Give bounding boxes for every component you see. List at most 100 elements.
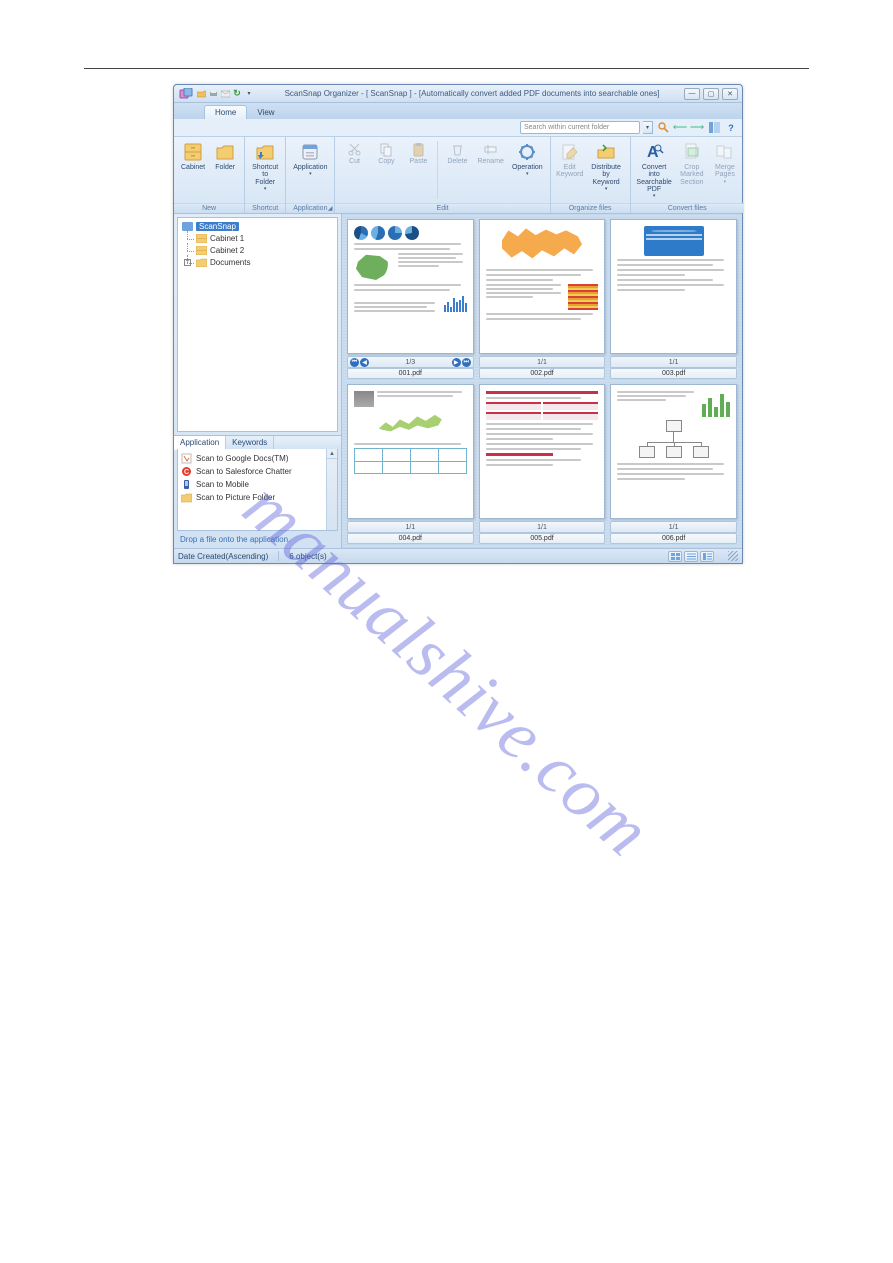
app-item-googledocs[interactable]: Scan to Google Docs(TM) bbox=[181, 452, 334, 465]
qat-mail-icon[interactable] bbox=[220, 89, 230, 99]
ribbon-group-edit: Cut Copy Paste Delete Rename Operation▾ … bbox=[335, 137, 550, 213]
filename[interactable]: 003.pdf bbox=[610, 368, 737, 379]
distribute-keyword-button[interactable]: Distribute by Keyword▾ bbox=[586, 139, 627, 201]
tree-item-cabinet1[interactable]: Cabinet 1 bbox=[196, 234, 333, 243]
tab-application[interactable]: Application bbox=[174, 436, 226, 450]
workspace: ScanSnap Cabinet 1 Cabinet 2 + Documents bbox=[174, 214, 742, 548]
page-preview[interactable] bbox=[479, 384, 606, 519]
ribbon-group-application-label: Application◢ bbox=[286, 203, 334, 213]
application-button[interactable]: Application ▾ bbox=[289, 139, 331, 201]
rename-button[interactable]: Rename bbox=[473, 139, 507, 201]
page-count: 1/1 bbox=[537, 524, 547, 531]
drop-hint: Drop a file onto the application. bbox=[174, 531, 341, 548]
thumb-003[interactable]: 1/1 003.pdf bbox=[610, 219, 737, 379]
qat-dropdown-icon[interactable]: ▾ bbox=[244, 89, 254, 99]
tab-home[interactable]: Home bbox=[204, 105, 247, 119]
page-preview[interactable] bbox=[347, 384, 474, 519]
statusbar: Date Created(Ascending) 6 object(s) bbox=[174, 548, 742, 563]
resize-grip-icon[interactable] bbox=[728, 551, 738, 561]
thumbnail-grid[interactable]: ⏮◀ 1/3 ▶⏭ 001.pdf 1/1 002.pdf bbox=[342, 214, 742, 548]
search-input[interactable]: Search within current folder bbox=[520, 121, 640, 134]
sort-order[interactable]: Date Created(Ascending) bbox=[178, 552, 268, 561]
thumb-006[interactable]: 1/1 006.pdf bbox=[610, 384, 737, 544]
help-icon[interactable]: ? bbox=[724, 121, 738, 134]
view-thumbnails-icon[interactable] bbox=[668, 551, 682, 562]
app-list-scrollbar[interactable]: ▲ bbox=[326, 449, 337, 530]
app-label: Scan to Google Docs(TM) bbox=[196, 454, 288, 463]
quick-access-toolbar: ↻ ▾ bbox=[196, 89, 254, 99]
ribbon-top-row: Search within current folder ▾ ⟵ ⟶ ? bbox=[174, 119, 742, 137]
tree-root[interactable]: ScanSnap bbox=[182, 222, 333, 231]
app-item-salesforce[interactable]: CScan to Salesforce Chatter bbox=[181, 465, 334, 478]
thumb-002[interactable]: 1/1 002.pdf bbox=[479, 219, 606, 379]
cut-button[interactable]: Cut bbox=[338, 139, 370, 201]
page-count: 1/1 bbox=[405, 524, 415, 531]
filename[interactable]: 001.pdf bbox=[347, 368, 474, 379]
qat-open-icon[interactable] bbox=[196, 89, 206, 99]
shortcut-to-folder-button[interactable]: Shortcut to Folder ▾ bbox=[248, 139, 282, 201]
bar-chart-icon bbox=[444, 294, 467, 312]
tree-item-cabinet2[interactable]: Cabinet 2 bbox=[196, 246, 333, 255]
filename[interactable]: 005.pdf bbox=[479, 533, 606, 544]
folder-tree[interactable]: ScanSnap Cabinet 1 Cabinet 2 + Documents bbox=[177, 217, 338, 432]
paste-button[interactable]: Paste bbox=[402, 139, 434, 201]
layout-icon[interactable] bbox=[707, 121, 721, 134]
paste-label: Paste bbox=[410, 158, 428, 165]
application-list: Scan to Google Docs(TM) CScan to Salesfo… bbox=[177, 449, 338, 531]
page-preview[interactable] bbox=[479, 219, 606, 354]
qat-refresh-icon[interactable]: ↻ bbox=[232, 89, 242, 99]
maximize-button[interactable]: ▢ bbox=[703, 88, 719, 100]
filename[interactable]: 004.pdf bbox=[347, 533, 474, 544]
first-page-icon[interactable]: ⏮ bbox=[350, 358, 359, 367]
thumb-005[interactable]: 1/1 005.pdf bbox=[479, 384, 606, 544]
copy-button[interactable]: Copy bbox=[370, 139, 402, 201]
filename[interactable]: 006.pdf bbox=[610, 533, 737, 544]
expand-icon[interactable]: + bbox=[184, 259, 191, 266]
next-page-icon[interactable]: ▶ bbox=[452, 358, 461, 367]
edit-keyword-label: Edit Keyword bbox=[556, 164, 583, 179]
thumb-001[interactable]: ⏮◀ 1/3 ▶⏭ 001.pdf bbox=[347, 219, 474, 379]
page-preview[interactable] bbox=[347, 219, 474, 354]
merge-button[interactable]: Merge Pages▾ bbox=[709, 139, 741, 201]
last-page-icon[interactable]: ⏭ bbox=[462, 358, 471, 367]
close-button[interactable]: ✕ bbox=[722, 88, 738, 100]
convert-dropdown-icon: ▾ bbox=[653, 193, 656, 199]
page-preview[interactable] bbox=[610, 384, 737, 519]
app-item-mobile[interactable]: Scan to Mobile bbox=[181, 478, 334, 491]
window-controls: — ▢ ✕ bbox=[684, 88, 738, 100]
app-logo-icon[interactable] bbox=[178, 87, 194, 101]
operation-button[interactable]: Operation▾ bbox=[508, 139, 547, 201]
folder-button[interactable]: Folder bbox=[209, 139, 241, 201]
edit-keyword-button[interactable]: Edit Keyword bbox=[554, 139, 586, 201]
tree-label: Documents bbox=[210, 258, 250, 267]
thumb-004[interactable]: 1/1 004.pdf bbox=[347, 384, 474, 544]
tab-keywords[interactable]: Keywords bbox=[226, 436, 274, 449]
search-placeholder: Search within current folder bbox=[524, 124, 609, 131]
nav-fwd-icon[interactable]: ⟶ bbox=[690, 121, 704, 134]
titlebar[interactable]: ↻ ▾ ScanSnap Organizer - [ ScanSnap ] - … bbox=[174, 85, 742, 103]
tree-item-documents[interactable]: + Documents bbox=[196, 258, 333, 267]
crop-button[interactable]: Crop Marked Section bbox=[675, 139, 709, 201]
nav-back-icon[interactable]: ⟵ bbox=[673, 121, 687, 134]
view-detail-icon[interactable] bbox=[700, 551, 714, 562]
minimize-button[interactable]: — bbox=[684, 88, 700, 100]
qat-print-icon[interactable] bbox=[208, 89, 218, 99]
picture-folder-icon bbox=[181, 492, 192, 503]
page-indicator: 1/1 bbox=[610, 356, 737, 368]
filename[interactable]: 002.pdf bbox=[479, 368, 606, 379]
cabinet-button[interactable]: Cabinet bbox=[177, 139, 209, 201]
convert-pdf-button[interactable]: AConvert into Searchable PDF▾ bbox=[634, 139, 675, 201]
search-dropdown-icon[interactable]: ▾ bbox=[643, 121, 653, 134]
page-preview[interactable] bbox=[610, 219, 737, 354]
tab-view[interactable]: View bbox=[247, 106, 284, 119]
distribute-dropdown-icon: ▾ bbox=[605, 186, 608, 192]
view-list-icon[interactable] bbox=[684, 551, 698, 562]
prev-page-icon[interactable]: ◀ bbox=[360, 358, 369, 367]
app-item-picture[interactable]: Scan to Picture Folder bbox=[181, 491, 334, 504]
scansnap-root-icon bbox=[182, 222, 193, 231]
scroll-up-icon[interactable]: ▲ bbox=[327, 449, 337, 459]
delete-button[interactable]: Delete bbox=[441, 139, 473, 201]
launcher-icon[interactable]: ◢ bbox=[328, 205, 333, 212]
search-go-icon[interactable] bbox=[656, 121, 670, 134]
rename-label: Rename bbox=[477, 158, 503, 165]
